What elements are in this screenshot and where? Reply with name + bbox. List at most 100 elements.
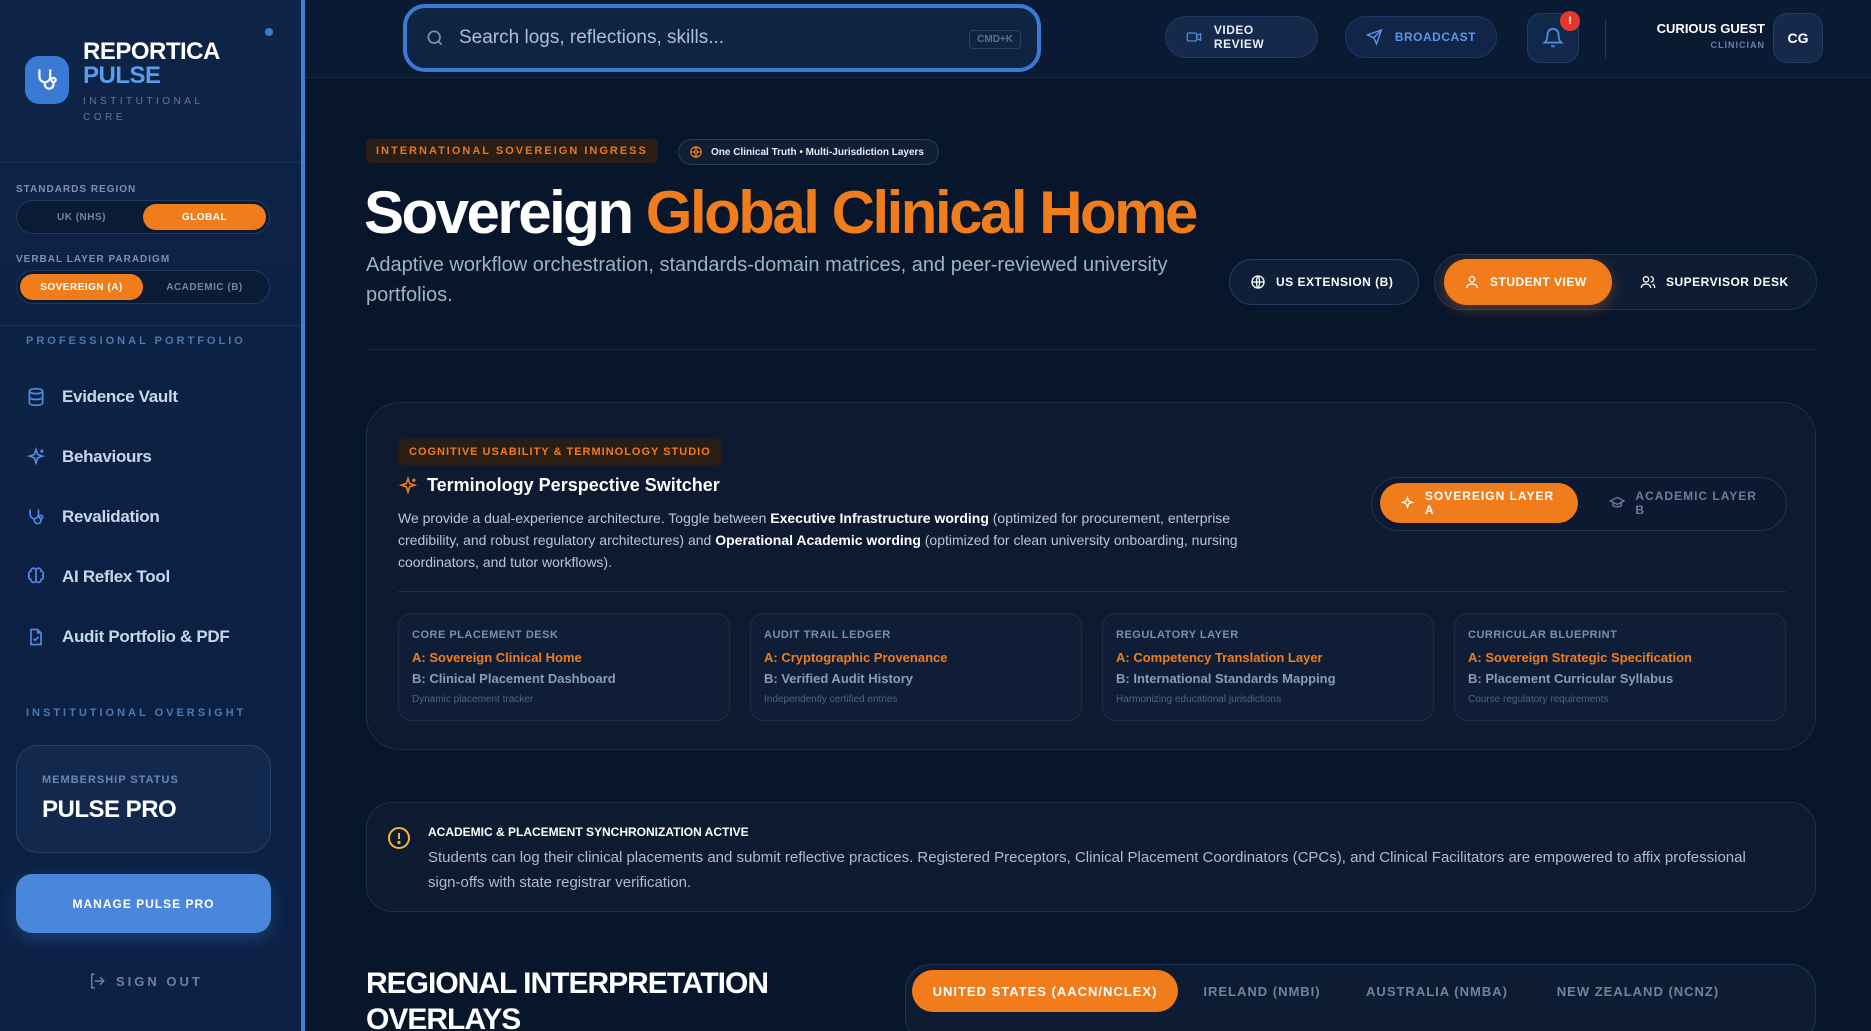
- term-card-heading: REGULATORY LAYER: [1116, 629, 1239, 641]
- brand-title-accent: PULSE: [83, 62, 161, 89]
- logout-icon: [91, 973, 105, 989]
- status-dot: [265, 28, 273, 36]
- section-institutional-oversight: INSTITUTIONAL OVERSIGHT: [26, 707, 247, 716]
- divider: [1605, 20, 1606, 58]
- broadcast-button[interactable]: BROADCAST: [1345, 16, 1497, 58]
- send-icon: [1366, 28, 1383, 46]
- bell-icon: [1542, 28, 1564, 48]
- desc-bold: Executive Infrastructure wording: [770, 510, 989, 526]
- globe-icon: [690, 146, 702, 158]
- section-professional-portfolio: PROFESSIONAL PORTFOLIO: [26, 335, 246, 347]
- avatar[interactable]: CG: [1773, 13, 1823, 63]
- sync-title: ACADEMIC & PLACEMENT SYNCHRONIZATION ACT…: [428, 825, 749, 839]
- sidebar-item-behaviours[interactable]: Behaviours: [26, 442, 152, 472]
- sync-notice: ACADEMIC & PLACEMENT SYNCHRONIZATION ACT…: [366, 802, 1816, 912]
- term-card-layer-a: A: Competency Translation Layer: [1116, 650, 1323, 665]
- us-extension-button[interactable]: US EXTENSION (B): [1229, 259, 1419, 305]
- search-input[interactable]: [459, 27, 959, 49]
- verbal-option-sovereign[interactable]: SOVEREIGN (A): [20, 274, 143, 300]
- tab-new-zealand[interactable]: NEW ZEALAND (NCNZ): [1540, 970, 1736, 1012]
- divider: [0, 162, 301, 163]
- notifications-button[interactable]: !: [1527, 11, 1580, 63]
- desc-bold: Operational Academic wording: [715, 532, 921, 548]
- database-icon: [28, 387, 44, 407]
- hero-pill: One Clinical Truth • Multi-Jurisdiction …: [678, 139, 939, 165]
- verbal-layer-label: VERBAL LAYER PARADIGM: [16, 254, 171, 265]
- term-card-note: Independently certified entries: [764, 694, 898, 705]
- page-subtitle: Adaptive workflow orchestration, standar…: [366, 254, 1168, 306]
- search-shortcut: CMD+K: [969, 30, 1021, 49]
- membership-label: MEMBERSHIP STATUS: [42, 774, 179, 786]
- sidebar-item-ai-reflex-tool[interactable]: AI Reflex Tool: [26, 562, 170, 592]
- supervisor-desk-button[interactable]: SUPERVISOR DESK: [1620, 259, 1810, 305]
- search-icon: [427, 30, 443, 46]
- term-card-curricular: CURRICULAR BLUEPRINT A: Sovereign Strate…: [1454, 613, 1786, 721]
- student-view-button[interactable]: STUDENT VIEW: [1444, 259, 1612, 305]
- sidebar-item-evidence-vault[interactable]: Evidence Vault: [26, 382, 178, 412]
- term-card-regulatory: REGULATORY LAYER A: Competency Translati…: [1102, 613, 1434, 721]
- term-card-layer-a: A: Cryptographic Provenance: [764, 650, 948, 665]
- user-role: CLINICIAN: [1710, 40, 1765, 50]
- globe-icon: [1251, 275, 1265, 289]
- manage-pulse-pro-button[interactable]: MANAGE PULSE PRO: [16, 874, 271, 933]
- layer-a-label: SOVEREIGN LAYER A: [1424, 489, 1555, 517]
- tab-australia[interactable]: AUSTRALIA (NMBA): [1350, 970, 1524, 1012]
- term-card-layer-b: B: Verified Audit History: [764, 671, 914, 686]
- standards-option-global[interactable]: GLOBAL: [143, 204, 266, 230]
- divider: [398, 591, 1786, 592]
- us-extension-label: US EXTENSION (B): [1276, 275, 1394, 289]
- term-card-layer-a: A: Sovereign Clinical Home: [412, 650, 582, 665]
- standards-region-label: STANDARDS REGION: [16, 184, 137, 195]
- sidebar-item-label: AI Reflex Tool: [62, 567, 170, 586]
- graduation-cap-icon: [1609, 496, 1626, 508]
- membership-value: PULSE PRO: [42, 796, 177, 823]
- studio-title: Terminology Perspective Switcher: [398, 475, 720, 496]
- term-card-layer-b: B: International Standards Mapping: [1116, 671, 1336, 686]
- term-card-heading: CURRICULAR BLUEPRINT: [1468, 629, 1618, 641]
- academic-layer-b-button[interactable]: ACADEMIC LAYER B: [1589, 483, 1779, 523]
- term-card-audit-trail: AUDIT TRAIL LEDGER A: Cryptographic Prov…: [750, 613, 1082, 721]
- standards-region-toggle: UK (NHS) GLOBAL: [16, 200, 270, 234]
- file-icon: [30, 628, 42, 646]
- sovereign-layer-a-button[interactable]: SOVEREIGN LAYER A: [1380, 483, 1578, 523]
- layer-b-label: ACADEMIC LAYER B: [1635, 489, 1757, 517]
- page-title-plain: Sovereign: [364, 179, 646, 246]
- term-card-note: Dynamic placement tracker: [412, 694, 534, 705]
- page-title-accent: Global Clinical Home: [645, 179, 1199, 246]
- term-card-core-placement: CORE PLACEMENT DESK A: Sovereign Clinica…: [398, 613, 730, 721]
- broadcast-label: BROADCAST: [1394, 30, 1476, 44]
- sparkle-icon: [26, 447, 46, 466]
- video-review-button[interactable]: VIDEO REVIEW: [1165, 16, 1318, 58]
- term-card-layer-b: B: Clinical Placement Dashboard: [412, 671, 616, 686]
- sparkle-icon: [1400, 495, 1415, 510]
- tab-ireland[interactable]: IRELAND (NMBI): [1190, 970, 1334, 1012]
- stethoscope-logo-icon[interactable]: [25, 56, 69, 104]
- sign-out-button[interactable]: SIGN OUT: [88, 972, 203, 990]
- sparkle-icon: [398, 475, 418, 494]
- sidebar: REPORTICA PULSE INSTITUTIONAL CORE STAND…: [0, 0, 305, 1031]
- hero-tag: INTERNATIONAL SOVEREIGN INGRESS: [366, 139, 658, 163]
- alert-icon: [388, 827, 410, 849]
- sidebar-item-revalidation[interactable]: Revalidation: [26, 502, 160, 532]
- standards-option-uk[interactable]: UK (NHS): [20, 204, 143, 230]
- brand-subtitle: INSTITUTIONAL CORE: [83, 96, 204, 123]
- brand: REPORTICA PULSE INSTITUTIONAL CORE: [25, 28, 285, 126]
- brain-icon: [27, 567, 45, 584]
- stethoscope-icon: [29, 509, 44, 525]
- sidebar-item-label: Evidence Vault: [62, 387, 178, 406]
- search-box[interactable]: CMD+K: [403, 4, 1041, 72]
- sidebar-item-audit-portfolio[interactable]: Audit Portfolio & PDF: [26, 622, 230, 652]
- verbal-option-academic[interactable]: ACADEMIC (B): [143, 274, 266, 300]
- studio-tag: COGNITIVE USABILITY & TERMINOLOGY STUDIO: [398, 439, 722, 465]
- supervisor-desk-label: SUPERVISOR DESK: [1666, 275, 1789, 289]
- video-camera-icon: [1186, 32, 1202, 42]
- sync-body: Students can log their clinical placemen…: [428, 849, 1746, 891]
- user-icon: [1466, 276, 1478, 289]
- studio-title-label: Terminology Perspective Switcher: [427, 475, 720, 495]
- notification-badge: !: [1560, 11, 1580, 31]
- user-name: CURIOUS GUEST: [1656, 21, 1765, 36]
- term-card-note: Course regulatory requirements: [1468, 694, 1609, 705]
- student-view-label: STUDENT VIEW: [1490, 275, 1587, 289]
- tab-united-states[interactable]: UNITED STATES (AACN/NCLEX): [912, 970, 1178, 1012]
- terminology-studio-card: COGNITIVE USABILITY & TERMINOLOGY STUDIO…: [366, 402, 1816, 750]
